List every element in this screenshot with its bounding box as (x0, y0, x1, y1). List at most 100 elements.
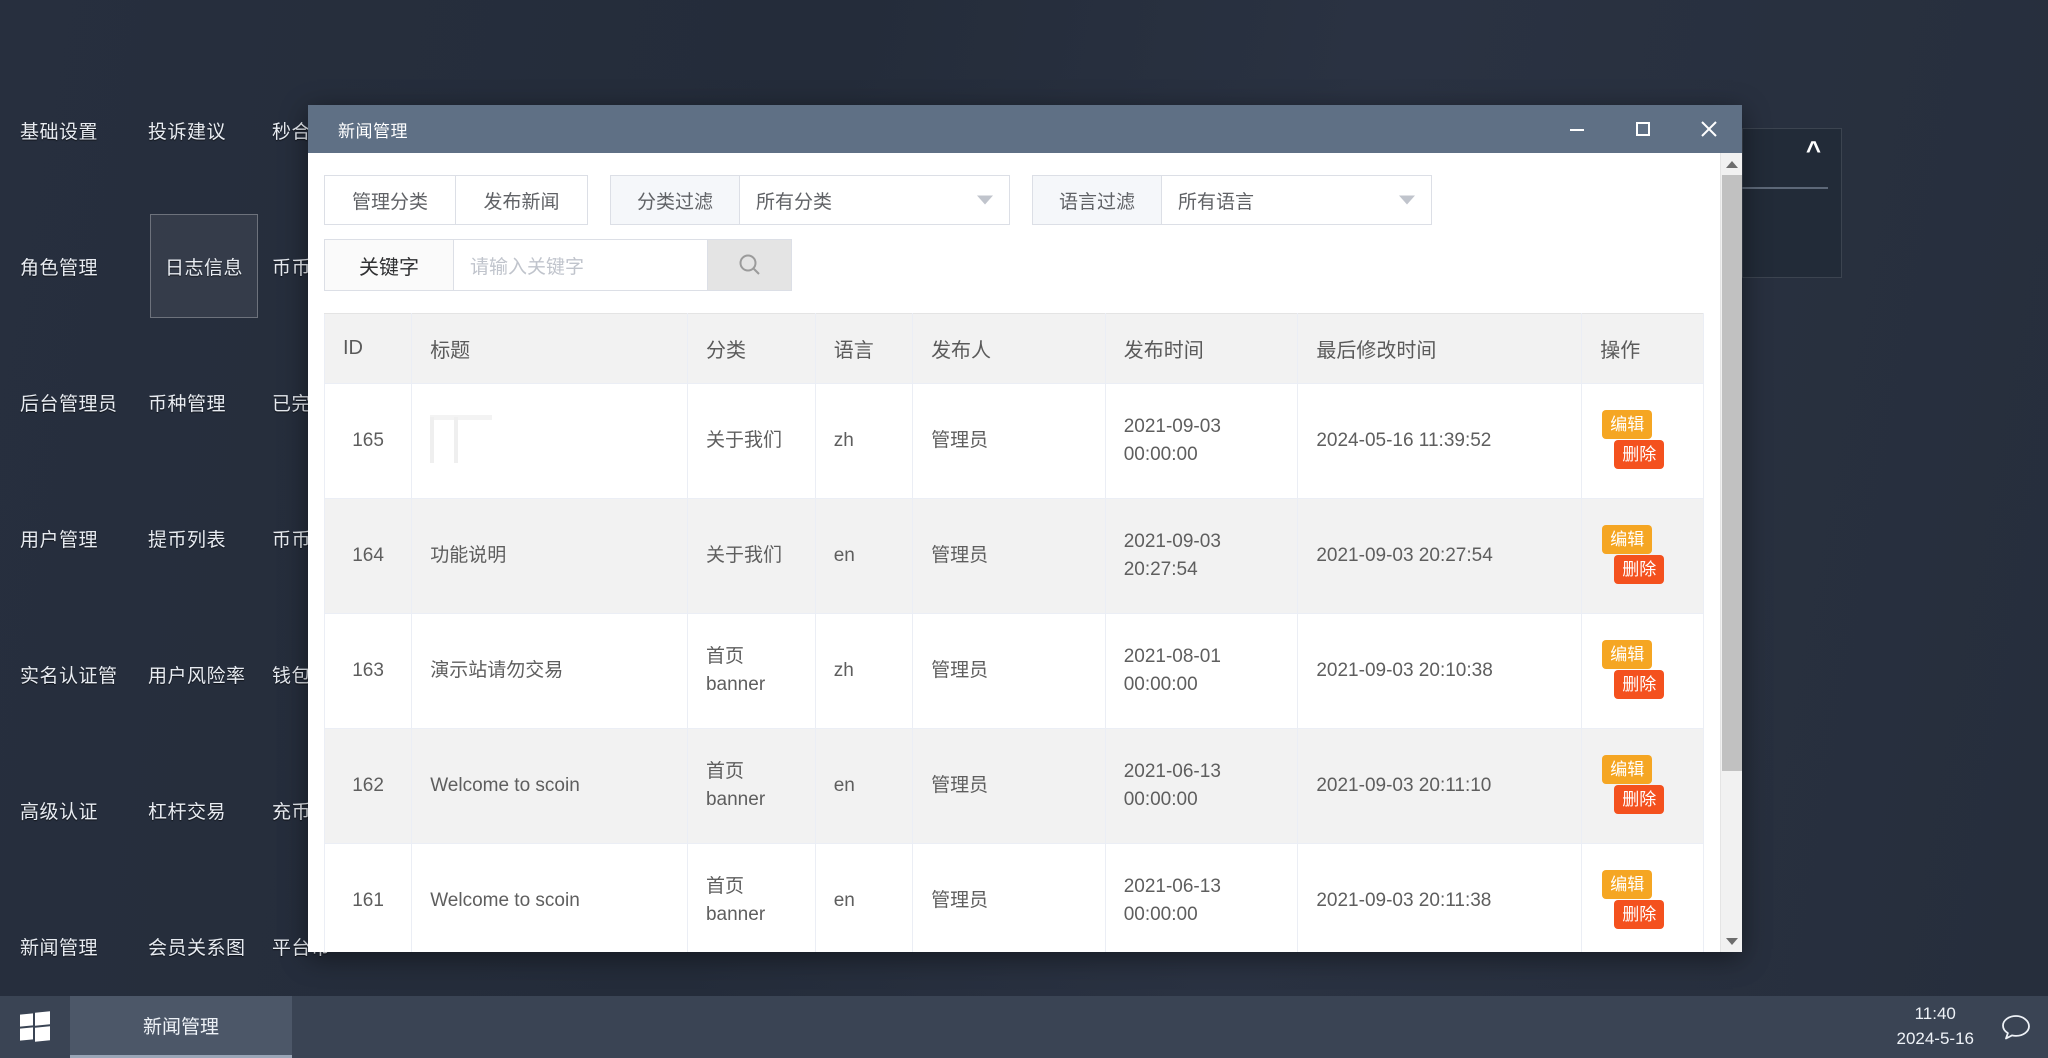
news-table-wrap: ID 标题 分类 语言 发布人 发布时间 最后修改时间 操作 165 关于我们zh… (308, 291, 1720, 952)
cell-id: 162 (325, 729, 412, 844)
desktop-icon-label: 角色管理 (20, 253, 98, 280)
cell-publish-time: 2021-08-01 00:00:00 (1105, 614, 1298, 729)
cell-modify-time: 2024-05-16 11:39:52 (1298, 384, 1582, 499)
delete-button[interactable]: 删除 (1614, 555, 1664, 584)
publish-news-button[interactable]: 发布新闻 (456, 175, 588, 225)
delete-button[interactable]: 删除 (1614, 440, 1664, 469)
maximize-icon[interactable] (1610, 105, 1676, 153)
cell-language: en (815, 729, 912, 844)
table-header-row: ID 标题 分类 语言 发布人 发布时间 最后修改时间 操作 (325, 314, 1704, 384)
desktop-icon-label: 用户风险率 (148, 661, 246, 688)
cell-title: 功能说明 (412, 499, 688, 614)
keyword-label: 关键字 (324, 239, 454, 291)
edit-button[interactable]: 编辑 (1602, 525, 1652, 554)
cell-title (412, 384, 688, 499)
triangle-down (1726, 938, 1738, 945)
edit-button[interactable]: 编辑 (1602, 410, 1652, 439)
close-icon[interactable] (1676, 105, 1742, 153)
broken-image-icon (430, 411, 494, 463)
cell-publish-time: 2021-09-03 20:27:54 (1105, 499, 1298, 614)
start-button[interactable] (0, 996, 70, 1058)
search-input[interactable]: 请输入关键字 (454, 239, 708, 291)
table-row: 163演示站请勿交易首页 bannerzh管理员2021-08-01 00:00… (325, 614, 1704, 729)
window-content: 管理分类 发布新闻 分类过滤 所有分类 语言过滤 所有语言 (308, 153, 1720, 952)
column-header-publisher: 发布人 (913, 314, 1106, 384)
language-filter-label: 语言过滤 (1032, 175, 1162, 225)
cell-category: 关于我们 (687, 499, 815, 614)
news-table-head: ID 标题 分类 语言 发布人 发布时间 最后修改时间 操作 (325, 314, 1704, 384)
search-row: 关键字 请输入关键字 (308, 225, 1720, 291)
manage-categories-button[interactable]: 管理分类 (324, 175, 456, 225)
cell-publisher: 管理员 (913, 729, 1106, 844)
scrollbar-thumb[interactable] (1722, 175, 1742, 771)
taskbar-item-news-management[interactable]: 新闻管理 (70, 996, 292, 1058)
taskbar-item-label: 新闻管理 (143, 1012, 219, 1039)
search-input-placeholder: 请输入关键字 (470, 252, 584, 279)
desktop-icon-label: 后台管理员 (20, 389, 118, 416)
operation-buttons: 编辑删除 (1600, 402, 1685, 480)
desktop-icon-log-info[interactable]: 日志信息 (150, 214, 258, 318)
cell-publisher: 管理员 (913, 844, 1106, 953)
window-body: 管理分类 发布新闻 分类过滤 所有分类 语言过滤 所有语言 (308, 153, 1742, 952)
operation-buttons: 编辑删除 (1600, 632, 1685, 710)
cell-category: 关于我们 (687, 384, 815, 499)
desktop-icon-label: 实名认证管 (20, 661, 118, 688)
window-titlebar[interactable]: 新闻管理 (308, 105, 1742, 153)
operation-buttons: 编辑删除 (1600, 862, 1685, 940)
cell-publish-time: 2021-06-13 00:00:00 (1105, 729, 1298, 844)
cell-language: zh (815, 384, 912, 499)
desktop-icon-label: 币种管理 (148, 389, 226, 416)
scrollbar-track[interactable] (1721, 175, 1742, 930)
minimize-icon[interactable] (1544, 105, 1610, 153)
cell-category: 首页 banner (687, 614, 815, 729)
column-header-id: ID (325, 314, 412, 384)
clock[interactable]: 11:40 2024-5-16 (1896, 1002, 1974, 1051)
cell-id: 163 (325, 614, 412, 729)
desktop-icon-label: 投诉建议 (148, 117, 226, 144)
delete-button[interactable]: 删除 (1614, 670, 1664, 699)
cell-category: 首页 banner (687, 729, 815, 844)
cell-id: 164 (325, 499, 412, 614)
delete-button[interactable]: 删除 (1614, 900, 1664, 929)
news-table: ID 标题 分类 语言 发布人 发布时间 最后修改时间 操作 165 关于我们zh… (324, 313, 1704, 952)
cell-operations: 编辑删除 (1582, 499, 1704, 614)
scroll-down-arrow-icon[interactable] (1721, 930, 1743, 952)
cell-id: 165 (325, 384, 412, 499)
column-header-operations: 操作 (1582, 314, 1704, 384)
chevron-up-icon[interactable]: ^ (1806, 137, 1821, 163)
vertical-scrollbar[interactable] (1720, 153, 1742, 952)
category-filter: 分类过滤 所有分类 (610, 175, 1010, 225)
scroll-up-arrow-icon[interactable] (1721, 153, 1743, 175)
desktop-icon-label: 杠杆交易 (148, 797, 226, 824)
column-header-modify-time: 最后修改时间 (1298, 314, 1582, 384)
desktop-icon-label: 基础设置 (20, 117, 98, 144)
cell-language: zh (815, 614, 912, 729)
category-filter-label: 分类过滤 (610, 175, 740, 225)
background-panel: ^ (1742, 128, 1842, 278)
cell-title: Welcome to scoin (412, 729, 688, 844)
desktop-icon-label: 充币 (272, 797, 311, 824)
desktop-icon-label: 钱包 (272, 661, 311, 688)
desktop-icon-label: 会员关系图 (148, 933, 246, 960)
cell-modify-time: 2021-09-03 20:11:38 (1298, 844, 1582, 953)
edit-button[interactable]: 编辑 (1602, 755, 1652, 784)
cell-title: Welcome to scoin (412, 844, 688, 953)
cell-modify-time: 2021-09-03 20:10:38 (1298, 614, 1582, 729)
desktop-icon-label: 提币列表 (148, 525, 226, 552)
edit-button[interactable]: 编辑 (1602, 640, 1652, 669)
desktop-icon-label: 高级认证 (20, 797, 98, 824)
language-filter-select[interactable]: 所有语言 (1162, 175, 1432, 225)
clock-time: 11:40 (1896, 1002, 1974, 1027)
chat-bubble-icon[interactable] (2000, 1013, 2032, 1041)
column-header-category: 分类 (687, 314, 815, 384)
edit-button[interactable]: 编辑 (1602, 870, 1652, 899)
cell-operations: 编辑删除 (1582, 614, 1704, 729)
delete-button[interactable]: 删除 (1614, 785, 1664, 814)
table-row: 162Welcome to scoin首页 banneren管理员2021-06… (325, 729, 1704, 844)
cell-publisher: 管理员 (913, 499, 1106, 614)
category-filter-select[interactable]: 所有分类 (740, 175, 1010, 225)
search-button[interactable] (708, 239, 792, 291)
system-tray: 11:40 2024-5-16 (1896, 996, 2048, 1058)
operation-buttons: 编辑删除 (1600, 747, 1685, 825)
search-icon (735, 250, 765, 280)
